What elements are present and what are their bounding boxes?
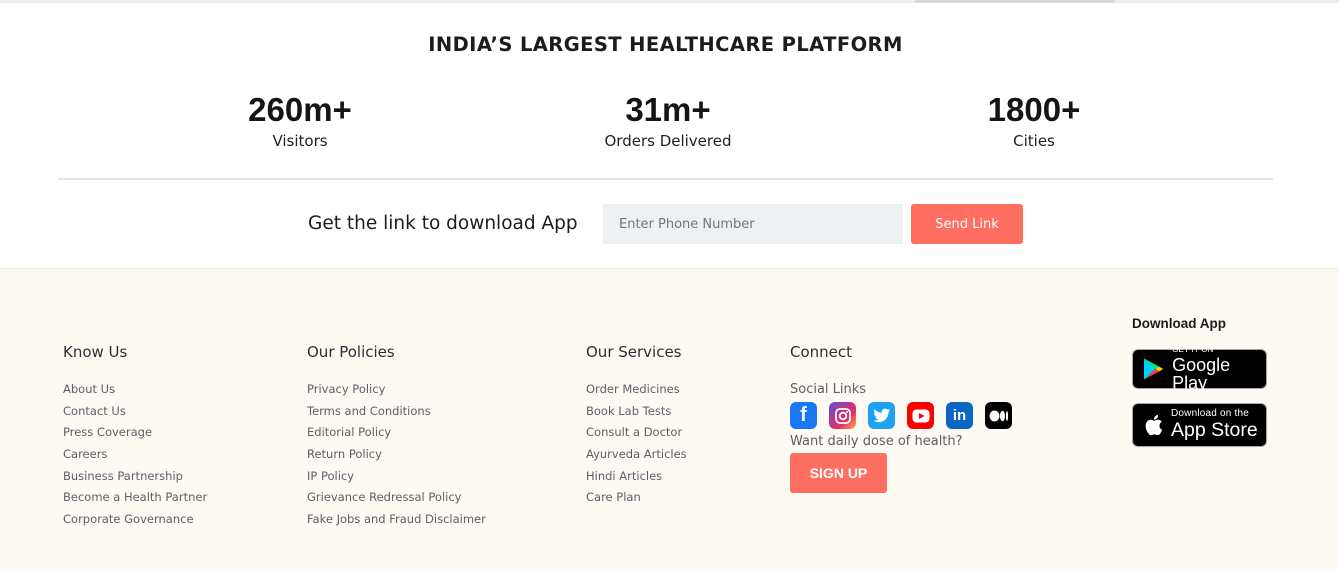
app-store-badge[interactable]: Download on the App Store (1132, 403, 1267, 447)
stat-cities: 1800+ Cities (924, 90, 1144, 150)
stat-value: 1800+ (987, 91, 1081, 128)
footer: Know Us About Us Contact Us Press Covera… (0, 268, 1339, 569)
phone-number-input[interactable] (603, 204, 903, 244)
policies-list: Privacy Policy Terms and Conditions Edit… (307, 382, 486, 534)
stat-label: Orders Delivered (604, 132, 732, 150)
sign-up-button[interactable]: SIGN UP (790, 453, 887, 493)
footer-link-hindi-articles[interactable]: Hindi Articles (586, 469, 662, 483)
google-play-icon (1143, 358, 1164, 380)
know-us-title: Know Us (63, 343, 128, 361)
google-play-badge[interactable]: GET IT ON Google Play (1132, 345, 1267, 393)
footer-link-grievance-policy[interactable]: Grievance Redressal Policy (307, 490, 461, 504)
top-border-shade (915, 0, 1115, 3)
stat-label: Visitors (272, 132, 328, 150)
know-us-list: About Us Contact Us Press Coverage Caree… (63, 382, 207, 534)
google-play-big-text: Google Play (1172, 355, 1231, 393)
stat-orders: 31m+ Orders Delivered (558, 90, 778, 150)
stat-value: 31m+ (625, 91, 711, 128)
footer-link-consult-doctor[interactable]: Consult a Doctor (586, 425, 682, 439)
apple-icon (1145, 414, 1163, 436)
services-column: Our Services Order Medicines Book Lab Te… (586, 343, 687, 512)
medium-icon[interactable] (985, 402, 1012, 429)
footer-link-ip-policy[interactable]: IP Policy (307, 469, 354, 483)
connect-title: Connect (790, 343, 853, 361)
download-app-title: Download App (1132, 316, 1226, 331)
instagram-icon[interactable] (829, 402, 856, 429)
stat-visitors: 260m+ Visitors (190, 90, 410, 150)
send-link-button[interactable]: Send Link (911, 204, 1023, 244)
twitter-icon[interactable] (868, 402, 895, 429)
footer-link-press-coverage[interactable]: Press Coverage (63, 425, 152, 439)
footer-link-careers[interactable]: Careers (63, 447, 107, 461)
connect-column: Connect Social Links f in Want daily dos… (790, 343, 1012, 493)
footer-link-business-partnership[interactable]: Business Partnership (63, 469, 183, 483)
stat-label: Cities (1013, 132, 1055, 150)
services-list: Order Medicines Book Lab Tests Consult a… (586, 382, 687, 512)
google-play-small-text: GET IT ON (1172, 345, 1214, 354)
social-links: f in (790, 402, 1012, 429)
footer-link-about-us[interactable]: About Us (63, 382, 115, 396)
footer-link-return-policy[interactable]: Return Policy (307, 447, 382, 461)
policies-column: Our Policies Privacy Policy Terms and Co… (307, 343, 486, 534)
app-store-small-text: Download on the (1171, 408, 1250, 420)
policies-title: Our Policies (307, 343, 395, 361)
facebook-icon[interactable]: f (790, 402, 817, 429)
section-divider (58, 178, 1273, 180)
linkedin-icon[interactable]: in (946, 402, 973, 429)
footer-link-contact-us[interactable]: Contact Us (63, 404, 126, 418)
footer-link-order-medicines[interactable]: Order Medicines (586, 382, 680, 396)
footer-link-book-lab-tests[interactable]: Book Lab Tests (586, 404, 671, 418)
footer-link-corporate-governance[interactable]: Corporate Governance (63, 512, 194, 526)
app-link-label: Get the link to download App (308, 213, 578, 234)
footer-link-privacy-policy[interactable]: Privacy Policy (307, 382, 385, 396)
youtube-icon[interactable] (907, 402, 934, 429)
footer-link-fraud-disclaimer[interactable]: Fake Jobs and Fraud Disclaimer (307, 512, 486, 526)
footer-link-ayurveda-articles[interactable]: Ayurveda Articles (586, 447, 687, 461)
daily-dose-label: Want daily dose of health? (790, 434, 963, 449)
know-us-column: Know Us About Us Contact Us Press Covera… (63, 343, 207, 534)
footer-link-health-partner[interactable]: Become a Health Partner (63, 490, 207, 504)
social-links-label: Social Links (790, 382, 867, 397)
platform-headline: INDIA’S LARGEST HEALTHCARE PLATFORM (428, 33, 903, 56)
app-store-big-text: App Store (1171, 419, 1258, 442)
footer-link-care-plan[interactable]: Care Plan (586, 490, 641, 504)
services-title: Our Services (586, 343, 682, 361)
footer-link-editorial-policy[interactable]: Editorial Policy (307, 425, 391, 439)
top-border (0, 0, 1339, 3)
stat-value: 260m+ (248, 91, 352, 128)
footer-link-terms[interactable]: Terms and Conditions (307, 404, 431, 418)
